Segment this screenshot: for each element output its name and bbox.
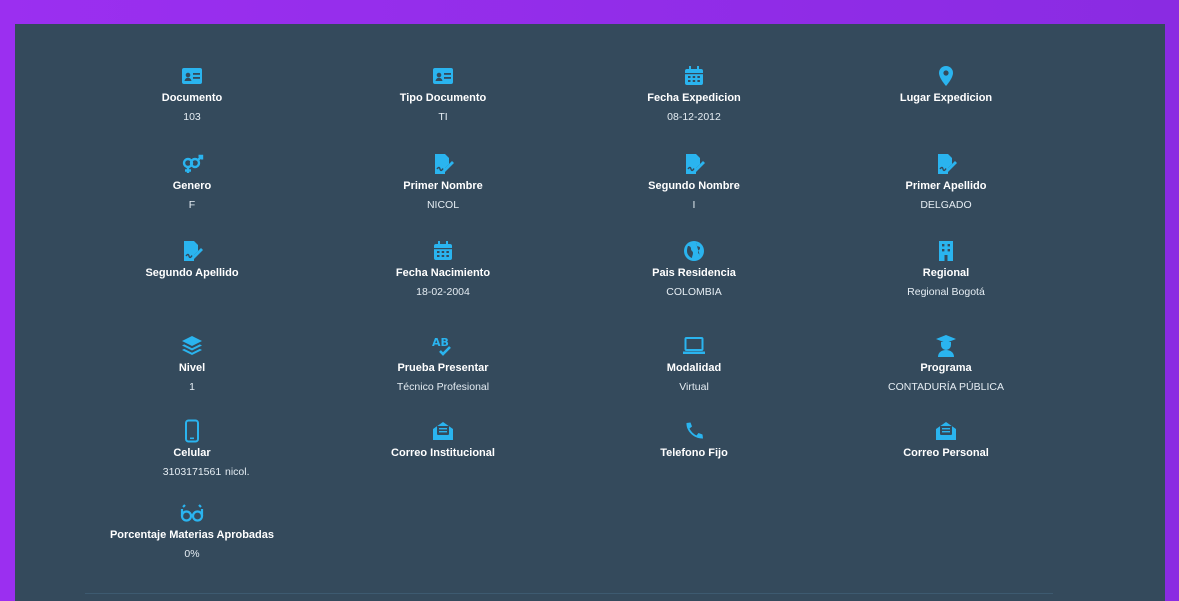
field-tipo-documento: Tipo Documento TI (323, 64, 563, 123)
field-value: 0% (184, 548, 200, 560)
field-label: Fecha Nacimiento (395, 267, 491, 279)
field-value (72, 286, 312, 298)
field-label: Nivel (178, 362, 206, 374)
field-documento: Documento 103 (72, 64, 312, 123)
field-value (826, 111, 1066, 123)
field-value: I (692, 199, 696, 211)
field-label: Celular (173, 447, 211, 459)
field-label: Primer Apellido (905, 180, 987, 192)
signature-icon (934, 152, 958, 176)
field-primer-apellido: Primer Apellido DELGADO (826, 152, 1066, 211)
field-segundo-apellido: Segundo Apellido (72, 239, 312, 298)
field-value: CONTADURÍA PÚBLICA (888, 381, 1004, 393)
field-fecha-nacimiento: Fecha Nacimiento 18-02-2004 (323, 239, 563, 298)
page-frame: Documento 103 Tipo Documento TI Fecha Expedi… (0, 0, 1179, 601)
field-modalidad: Modalidad Virtual (574, 334, 814, 393)
mobile-icon (180, 419, 204, 443)
field-programa: Programa CONTADURÍA PÚBLICA (826, 334, 1066, 393)
signature-icon (431, 152, 455, 176)
field-value: Regional Bogotá (907, 286, 985, 298)
map-pin-icon (934, 64, 958, 88)
field-correo-personal: Correo Personal (826, 419, 1066, 478)
field-label: Pais Residencia (652, 267, 736, 279)
field-value (826, 466, 1066, 478)
field-value: TI (438, 111, 448, 123)
field-primer-nombre: Primer Nombre NICOL (323, 152, 563, 211)
id-card-icon (431, 64, 455, 88)
divider (85, 593, 1053, 594)
field-label: Tipo Documento (399, 92, 487, 104)
id-card-icon (180, 64, 204, 88)
field-label: Primer Nombre (403, 180, 483, 192)
field-label: Lugar Expedicion (899, 92, 993, 104)
gender-icon (180, 152, 204, 176)
field-label: Fecha Expedicion (647, 92, 741, 104)
field-pais-residencia: Pais Residencia COLOMBIA (574, 239, 814, 298)
field-value: Virtual (679, 381, 709, 393)
field-nivel: Nivel 1 (72, 334, 312, 393)
graduate-icon (934, 334, 958, 358)
envelope-open-icon (431, 419, 455, 443)
field-value: 18-02-2004 (416, 286, 470, 298)
signature-icon (682, 152, 706, 176)
field-fecha-expedicion: Fecha Expedicion 08-12-2012 (574, 64, 814, 123)
field-value (574, 466, 814, 478)
field-label: Segundo Nombre (648, 180, 740, 192)
field-label: Segundo Apellido (145, 267, 239, 279)
field-value: F (188, 199, 196, 211)
field-value: 08-12-2012 (667, 111, 721, 123)
laptop-icon (682, 334, 706, 358)
field-value: 103 (183, 111, 201, 123)
calendar-icon (682, 64, 706, 88)
field-porcentaje: Porcentaje Materias Aprobadas 0% (72, 501, 312, 560)
building-icon (934, 239, 958, 263)
field-label: Modalidad (666, 362, 722, 374)
field-label: Genero (172, 180, 212, 192)
field-label: Prueba Presentar (397, 362, 489, 374)
field-value: DELGADO (920, 199, 972, 211)
field-label: Telefono Fijo (660, 447, 728, 459)
signature-icon (180, 239, 204, 263)
field-label: Documento (161, 92, 223, 104)
field-value: NICOL (426, 199, 460, 211)
field-value: 1 (189, 381, 195, 393)
field-value: COLOMBIA (666, 286, 722, 298)
phone-icon (682, 419, 706, 443)
field-label: Porcentaje Materias Aprobadas (109, 529, 275, 541)
globe-icon (682, 239, 706, 263)
spellcheck-icon: AB (431, 334, 455, 358)
field-telefono-fijo: Telefono Fijo (574, 419, 814, 478)
layers-icon (180, 334, 204, 358)
envelope-open-icon (934, 419, 958, 443)
glasses-icon (180, 501, 204, 525)
field-correo-institucional: Correo Institucional nicol. (225, 419, 563, 478)
svg-text:AB: AB (432, 336, 449, 349)
field-lugar-expedicion: Lugar Expedicion (826, 64, 1066, 123)
field-label: Regional (922, 267, 970, 279)
field-label: Programa (920, 362, 972, 374)
field-value: nicol. (225, 466, 250, 478)
field-label: Correo Institucional (391, 447, 495, 459)
field-value: Técnico Profesional (396, 381, 490, 393)
calendar-icon (431, 239, 455, 263)
student-info-panel: Documento 103 Tipo Documento TI Fecha Expedi… (15, 24, 1165, 601)
field-genero: Genero F (72, 152, 312, 211)
field-prueba-presentar: AB Prueba Presentar Técnico Profesional (323, 334, 563, 393)
field-label: Correo Personal (903, 447, 989, 459)
field-segundo-nombre: Segundo Nombre I (574, 152, 814, 211)
field-regional: Regional Regional Bogotá (826, 239, 1066, 298)
